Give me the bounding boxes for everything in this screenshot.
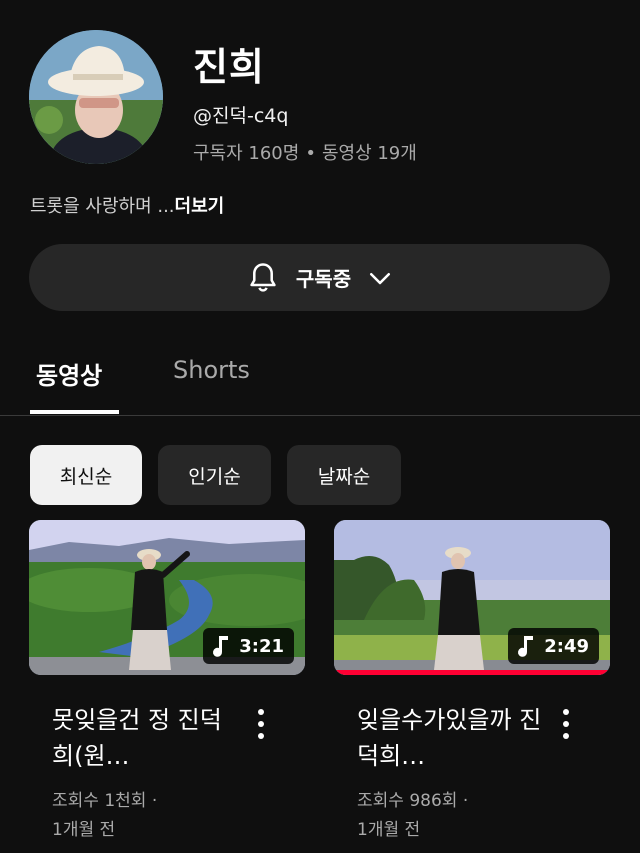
video-thumbnail[interactable]: 2:49 [334,520,610,675]
duration-badge: 2:49 [508,628,599,664]
chip-oldest[interactable]: 날짜순 [287,445,401,505]
bell-icon [250,262,276,292]
video-count: 동영상 19개 [321,143,417,164]
chevron-down-icon [370,272,391,284]
view-count: 조회수 986회 · [357,791,469,811]
tab-videos[interactable]: 동영상 [36,356,102,391]
subscribed-label: 구독중 [295,267,352,291]
upload-age: 1개월 전 [52,820,116,840]
duration-text: 3:21 [239,635,284,657]
duration-text: 2:49 [544,635,589,657]
more-options-icon[interactable] [556,706,576,742]
more-link[interactable]: 더보기 [175,196,225,217]
video-card[interactable]: 3:21 못잊을건 정 진덕희(원… 조회수 1천회 · 1개월 전 [29,520,305,840]
channel-avatar[interactable] [29,30,163,164]
subscriber-count: 구독자 160명 [193,143,300,164]
channel-handle: @진덕-c4q [193,105,289,127]
music-note-icon [518,636,534,657]
description-text: 트롯을 사랑하며 ... [30,196,175,217]
tab-shorts[interactable]: Shorts [173,356,250,384]
channel-description[interactable]: 트롯을 사랑하며 ...더보기 [30,192,224,218]
channel-name: 진희 [193,45,265,89]
chip-popular[interactable]: 인기순 [158,445,271,505]
more-options-icon[interactable] [251,706,271,742]
channel-tabs: 동영상 Shorts [0,340,640,416]
video-meta: 조회수 1천회 · 1개월 전 [52,787,242,845]
avatar-photo [29,30,163,164]
video-card[interactable]: 2:49 잊을수가있을까 진덕희… 조회수 986회 · 1개월 전 [334,520,610,840]
watch-progress-bar [334,670,610,675]
music-note-icon [213,636,229,657]
upload-age: 1개월 전 [357,820,421,840]
duration-badge: 3:21 [203,628,294,664]
video-thumbnail[interactable]: 3:21 [29,520,305,675]
view-count: 조회수 1천회 · [52,791,158,811]
subscribed-button[interactable]: 구독중 [29,244,610,311]
active-tab-indicator [30,410,119,414]
video-title[interactable]: 잊을수가있을까 진덕희… [357,702,547,774]
video-meta: 조회수 986회 · 1개월 전 [357,787,547,845]
video-title[interactable]: 못잊을건 정 진덕희(원… [52,702,242,774]
stats-separator: • [305,143,316,164]
channel-stats: 구독자 160명 • 동영상 19개 [193,139,417,165]
chip-latest[interactable]: 최신순 [30,445,142,505]
